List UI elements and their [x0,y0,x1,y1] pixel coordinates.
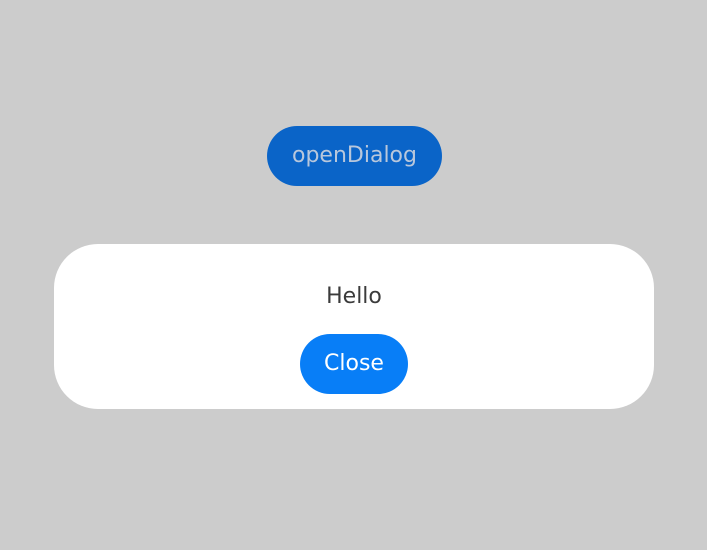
app-screen: openDialog Hello Close [0,0,707,550]
close-button[interactable]: Close [300,334,408,394]
open-dialog-button[interactable]: openDialog [267,126,442,186]
dialog-panel: Hello Close [54,244,654,409]
dialog-message: Hello [326,284,382,309]
